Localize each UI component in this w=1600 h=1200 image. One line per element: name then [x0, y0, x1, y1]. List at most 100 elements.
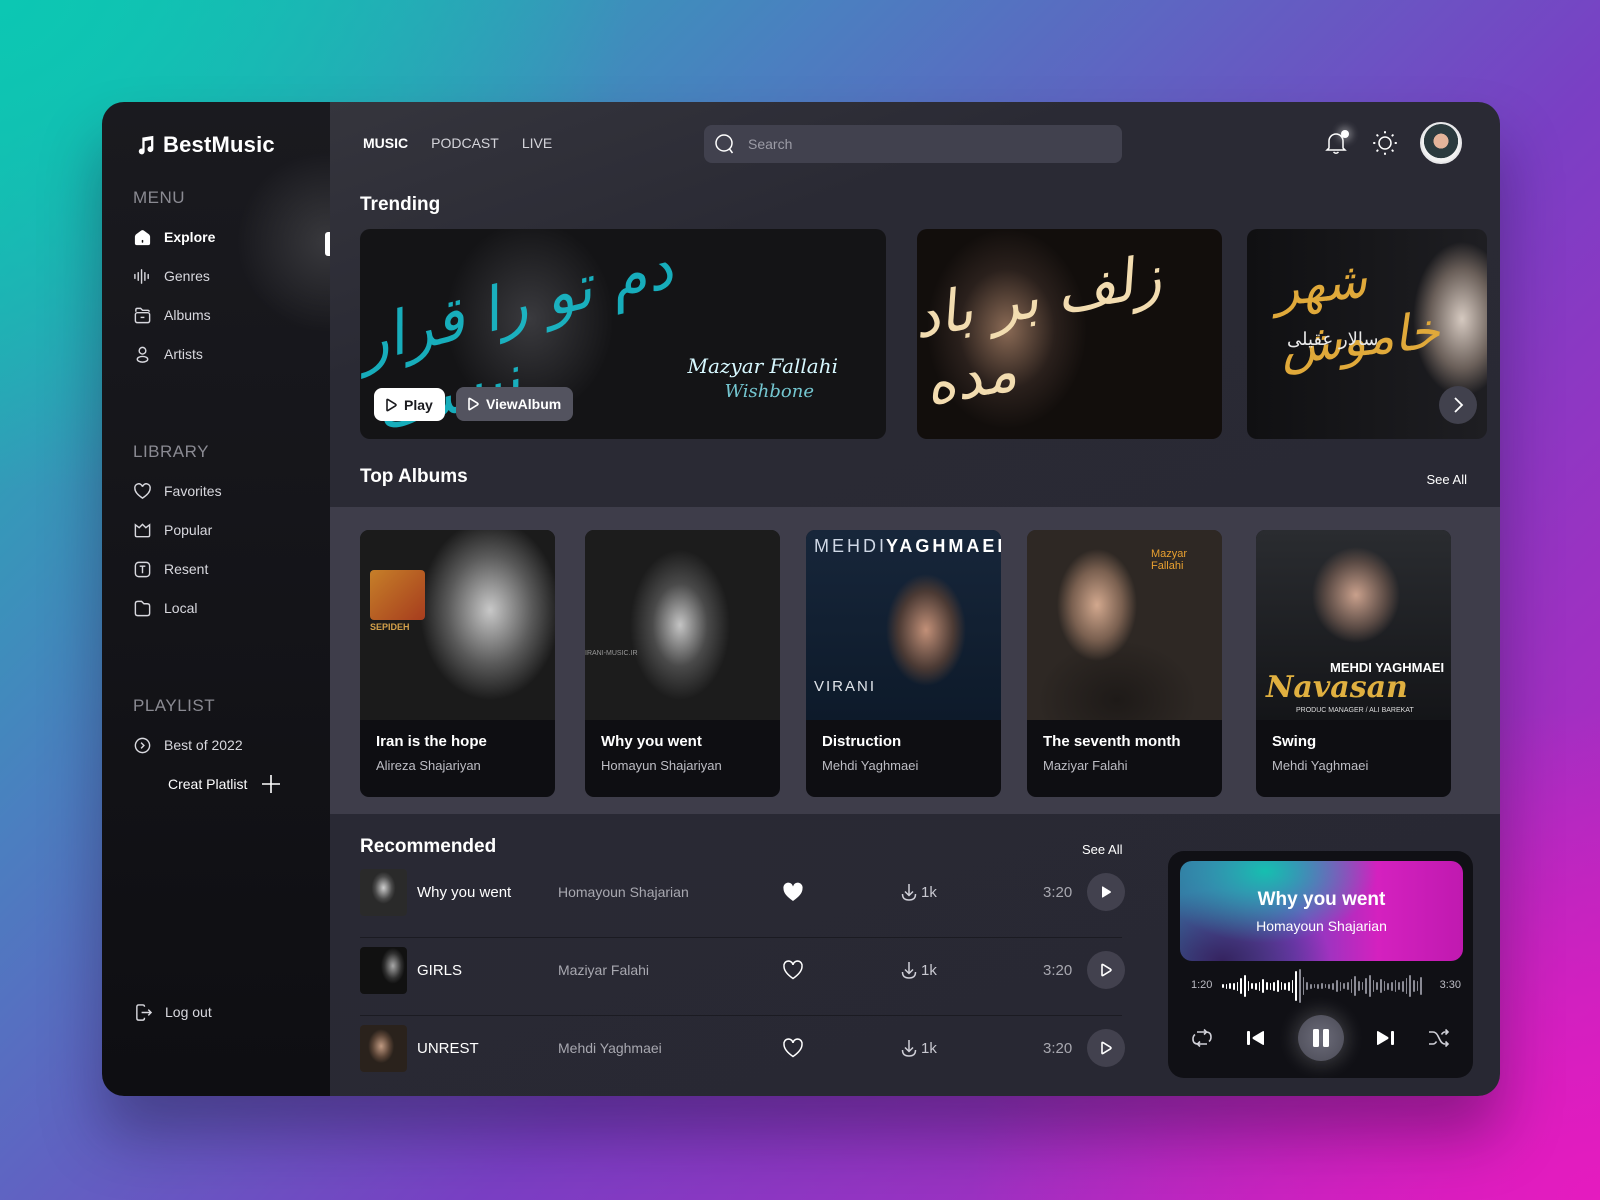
track-play-button[interactable]: [1087, 951, 1125, 989]
track-row[interactable]: UNREST Mehdi Yaghmaei 1k 3:20: [360, 1024, 1125, 1072]
carousel-next-button[interactable]: [1439, 386, 1477, 424]
track-thumbnail: [360, 1024, 407, 1072]
create-playlist-label: Creat Platlist: [168, 776, 248, 792]
sidebar-item-local[interactable]: Local: [133, 597, 197, 619]
play-label: Play: [404, 396, 433, 413]
album-cover-text: PRODUC MANAGER / ALI BAREKAT: [1296, 707, 1414, 714]
waveform-bar: [1306, 982, 1309, 990]
waveform-bar: [1280, 982, 1283, 990]
recommended-see-all[interactable]: See All: [1082, 842, 1122, 857]
user-avatar[interactable]: [1420, 122, 1462, 164]
download-count[interactable]: 1k: [900, 1038, 937, 1058]
play-button[interactable]: Play: [374, 388, 445, 421]
next-track-icon[interactable]: [1374, 1028, 1396, 1048]
logout-label: Log out: [165, 1004, 212, 1020]
album-cover: MEHDI YAGHMAEI VIRANI: [806, 530, 1001, 720]
waveform-bar: [1295, 971, 1298, 1001]
album-title: Swing: [1272, 733, 1317, 750]
music-note-icon: [138, 135, 154, 155]
user-icon: [136, 346, 149, 363]
sidebar-item-artists[interactable]: Artists: [133, 343, 203, 365]
album-cover: SEPIDEH: [360, 530, 555, 720]
waveform-bar: [1277, 980, 1279, 992]
plus-icon: [262, 775, 281, 793]
app-window: BestMusic MENU Explore Genres Albums Art…: [102, 102, 1500, 1096]
waveform-bar: [1266, 982, 1268, 990]
heart-icon[interactable]: [782, 1038, 804, 1058]
create-playlist-button[interactable]: Creat Platlist: [168, 774, 281, 794]
sidebar-item-resent[interactable]: Resent: [133, 558, 208, 580]
tab-live[interactable]: LIVE: [522, 135, 552, 151]
logout-button[interactable]: Log out: [134, 1001, 212, 1023]
waveform-bar: [1229, 983, 1232, 989]
trending-album: Wishbone: [724, 381, 814, 402]
waveform-bar: [1394, 980, 1397, 992]
tab-music[interactable]: MUSIC: [363, 135, 408, 151]
waveform-bar: [1269, 982, 1272, 990]
view-album-label: ViewAlbum: [486, 396, 562, 412]
download-count[interactable]: 1k: [900, 882, 937, 902]
tab-podcast[interactable]: PODCAST: [431, 135, 499, 151]
theme-toggle-sun-icon[interactable]: [1372, 130, 1398, 156]
waveform-bar: [1273, 981, 1276, 991]
text-box-icon: [134, 561, 151, 577]
trending-card[interactable]: دم تو را قرار نیست Mazyar Fallahi Wishbo…: [360, 229, 886, 439]
heart-filled-icon[interactable]: [782, 882, 804, 902]
album-card[interactable]: SEPIDEH Iran is the hope Alireza Shajari…: [360, 530, 555, 797]
waveform-bar: [1236, 981, 1239, 991]
album-card[interactable]: Mazyar Fallahi The seventh month Maziyar…: [1027, 530, 1222, 797]
trending-card[interactable]: شهر خاموش سالار عقیلی: [1247, 229, 1487, 439]
folder-icon: [134, 307, 151, 323]
search-input[interactable]: [748, 136, 1088, 152]
waveform-bar: [1357, 981, 1360, 991]
album-cover-text: VIRANI: [814, 678, 877, 695]
waveform-bar: [1251, 983, 1254, 989]
album-cover-text: Navasan: [1266, 670, 1408, 705]
now-playing-card: Why you went Homayoun Shajarian: [1180, 861, 1463, 961]
album-artist: Maziyar Falahi: [1043, 758, 1128, 773]
album-artist: Homayun Shajariyan: [601, 758, 722, 773]
track-thumbnail: [360, 946, 407, 994]
sidebar-item-albums[interactable]: Albums: [133, 304, 211, 326]
waveform-bar: [1420, 977, 1422, 995]
now-playing-player: Why you went Homayoun Shajarian 1:20 3:3…: [1168, 851, 1473, 1078]
search-bar[interactable]: [704, 125, 1122, 163]
pause-button[interactable]: [1297, 1015, 1344, 1061]
sidebar-item-label: Best of 2022: [164, 737, 243, 753]
sidebar-item-label: Albums: [164, 307, 211, 323]
previous-track-icon[interactable]: [1245, 1028, 1267, 1048]
waveform-progress-bar[interactable]: [1222, 969, 1422, 1003]
album-card[interactable]: MEHDI YAGHMAEI Navasan PRODUC MANAGER / …: [1256, 530, 1451, 797]
view-album-button[interactable]: ViewAlbum: [456, 387, 574, 421]
album-title: Iran is the hope: [376, 733, 487, 750]
shuffle-icon[interactable]: [1427, 1027, 1451, 1049]
sidebar-item-label: Local: [164, 600, 198, 616]
trending-card[interactable]: زلف بر باد مده: [917, 229, 1222, 439]
sidebar-item-best-of-2022[interactable]: Best of 2022: [133, 734, 243, 756]
logo[interactable]: BestMusic: [135, 132, 275, 158]
waveform-bar: [1328, 983, 1331, 989]
top-albums-see-all[interactable]: See All: [1427, 472, 1467, 487]
track-play-button[interactable]: [1087, 1029, 1125, 1067]
track-duration: 3:20: [1043, 883, 1073, 901]
sidebar-item-explore[interactable]: Explore: [133, 226, 215, 248]
album-artist: Mehdi Yaghmaei: [822, 758, 919, 773]
sidebar-item-genres[interactable]: Genres: [133, 265, 210, 287]
track-row[interactable]: Why you went Homayoun Shajarian 1k 3:20: [360, 868, 1125, 916]
notifications-button[interactable]: [1324, 130, 1350, 156]
album-cover-text: SEPIDEH: [370, 622, 410, 632]
sidebar-item-popular[interactable]: Popular: [133, 519, 212, 541]
sidebar-item-label: Genres: [164, 268, 210, 284]
download-count[interactable]: 1k: [900, 960, 937, 980]
track-row[interactable]: GIRLS Maziyar Falahi 1k 3:20: [360, 946, 1125, 994]
album-card[interactable]: MEHDI YAGHMAEI VIRANI Distruction Mehdi …: [806, 530, 1001, 797]
repeat-icon[interactable]: [1190, 1027, 1214, 1049]
waveform-bar: [1416, 981, 1419, 991]
waveform-bar: [1222, 984, 1224, 988]
waveform-bar: [1284, 982, 1287, 990]
sidebar-item-favorites[interactable]: Favorites: [133, 480, 222, 502]
album-card[interactable]: IRANI-MUSIC.IR Why you went Homayun Shaj…: [585, 530, 780, 797]
album-cover: IRANI-MUSIC.IR: [585, 530, 780, 720]
track-play-button[interactable]: [1087, 873, 1125, 911]
heart-icon[interactable]: [782, 960, 804, 980]
